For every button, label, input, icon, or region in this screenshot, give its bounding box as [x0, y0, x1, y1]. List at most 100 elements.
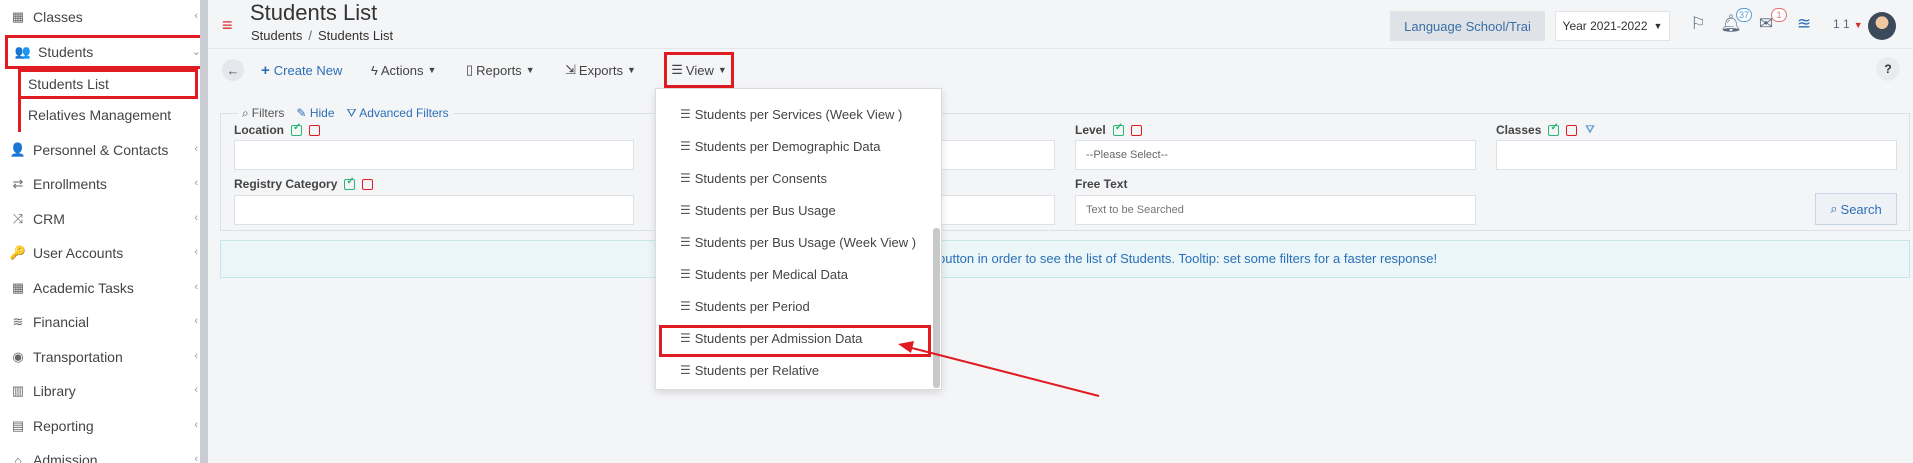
sidebar-item-classes[interactable]: ▦ Classes ‹ [0, 0, 200, 34]
sidebar-item-label: Students [38, 44, 94, 60]
caret-down-icon: ▼ [717, 65, 727, 75]
bus-icon: ◉ [12, 349, 24, 364]
caret-down-icon: ▼ [525, 65, 535, 75]
advanced-label: Advanced Filters [359, 105, 449, 120]
menu-item-relative[interactable]: ☰ Students per Relative [680, 359, 819, 381]
menu-item-bus-usage-week[interactable]: ☰ Students per Bus Usage (Week View ) [680, 231, 916, 253]
search-icon: ⌕ [1830, 201, 1838, 216]
sidebar-item-transportation[interactable]: ◉ Transportation ‹ [0, 340, 200, 374]
classes-input[interactable] [1496, 140, 1897, 170]
actions-button[interactable]: ϟ Actions ▼ [371, 59, 436, 81]
document-icon: ▯ [466, 62, 474, 77]
sidebar-item-personnel[interactable]: 👤 Personnel & Contacts ‹ [0, 133, 200, 167]
menu-item-period[interactable]: ☰ Students per Period [680, 295, 810, 317]
grid-icon: ▦ [11, 280, 25, 295]
message-badge: 1 [1771, 8, 1787, 22]
sidebar-subitem-label: Relatives Management [28, 107, 172, 123]
menu-item-demographic[interactable]: ☰ Students per Demographic Data [680, 135, 880, 157]
menu-item-consents[interactable]: ☰ Students per Consents [680, 167, 827, 189]
sidebar-item-label: Transportation [33, 349, 123, 365]
chevron-icon: ‹ [194, 453, 198, 463]
sidebar-subitem-students-list[interactable]: Students List [18, 69, 198, 99]
flag-icon[interactable]: ⚐ [1687, 12, 1709, 36]
list-icon: ☰ [680, 139, 691, 153]
exports-button[interactable]: ⇲ Exports ▼ [565, 59, 636, 81]
year-selector[interactable]: Year 2021-2022 ▼ [1555, 11, 1670, 41]
sidebar-item-enrollments[interactable]: ⇄ Enrollments ‹ [0, 167, 200, 201]
funnel-icon[interactable]: ⛛ [1585, 124, 1594, 137]
menu-item-bus-usage[interactable]: ☰ Students per Bus Usage [680, 199, 836, 221]
view-button[interactable]: ☰ View ▼ [664, 52, 734, 88]
avatar[interactable] [1868, 12, 1896, 40]
menu-item-label: Students per Consents [694, 170, 828, 186]
filters-header: ⌕ Filters ✎ Hide ⛛ Advanced Filters [238, 104, 453, 122]
menu-item-medical[interactable]: ☰ Students per Medical Data [680, 263, 848, 285]
menu-item-label: Students per Bus Usage [694, 202, 836, 218]
user-menu[interactable]: 1 1 ▼ [1833, 17, 1863, 31]
location-input[interactable] [234, 140, 634, 170]
menu-item-label: Students per Relative [694, 362, 820, 378]
filters-title: Filters [251, 106, 285, 120]
menu-item-label: Students per Demographic Data [694, 138, 881, 154]
help-button[interactable]: ? [1876, 57, 1900, 81]
list-icon: ☰ [680, 171, 691, 185]
hamburger-menu-icon[interactable]: ≡ [222, 16, 236, 34]
search-label: Search [1840, 201, 1882, 217]
back-button[interactable]: ← [222, 59, 244, 81]
clear-checkbox[interactable] [362, 178, 374, 190]
classes-label-text: Classes [1496, 123, 1542, 137]
free-text-input[interactable] [1075, 195, 1476, 225]
sidebar-item-academic-tasks[interactable]: ▦ Academic Tasks ‹ [0, 271, 200, 305]
list-icon: ☰ [680, 235, 691, 249]
envelope-icon[interactable]: ✉ 1 [1755, 8, 1787, 36]
bell-icon[interactable]: 🔔︎ 37 [1720, 8, 1752, 36]
select-all-checkbox[interactable] [291, 122, 302, 136]
breadcrumb: Students / Students List [251, 28, 393, 43]
hide-filters-link[interactable]: ✎ Hide [296, 106, 334, 120]
sidebar-item-financial[interactable]: ≋ Financial ‹ [0, 305, 200, 339]
registry-input[interactable] [234, 195, 634, 225]
level-label-text: Level [1075, 123, 1106, 137]
school-selector[interactable]: Language School/Trai [1390, 11, 1545, 41]
create-new-button[interactable]: + Create New [261, 59, 342, 81]
sidebar-item-label: Reporting [33, 418, 94, 434]
search-button[interactable]: ⌕ Search [1815, 193, 1897, 225]
sidebar-item-crm[interactable]: ⤨ CRM ‹ [0, 202, 200, 236]
funnel-icon: ⛛ [346, 105, 357, 120]
caret-down-icon: ▼ [427, 65, 437, 75]
view-label: View [685, 62, 714, 78]
free-text-filter-label: Free Text [1075, 177, 1127, 191]
select-all-checkbox[interactable] [1112, 122, 1124, 136]
breadcrumb-item: Students List [317, 28, 394, 43]
select-all-checkbox[interactable] [344, 176, 356, 190]
breadcrumb-item[interactable]: Students [251, 28, 302, 43]
sidebar-item-admission[interactable]: ⌂ Admission ‹ [0, 443, 200, 463]
classes-icon: ▦ [11, 9, 25, 24]
list-icon: ☰ [680, 363, 691, 377]
clear-checkbox[interactable] [1566, 124, 1578, 136]
sidebar-subitem-relatives-management[interactable]: Relatives Management [18, 100, 198, 130]
chevron-icon: ‹ [194, 10, 198, 22]
exports-label: Exports [578, 62, 623, 78]
chevron-icon: ‹ [194, 350, 198, 362]
sidebar-item-user-accounts[interactable]: 🔑 User Accounts ‹ [0, 236, 200, 270]
select-all-checkbox[interactable] [1548, 122, 1560, 136]
chevron-icon: ‹ [194, 143, 198, 155]
menu-item-services-week[interactable]: ☰ Students per Services (Week View ) [680, 103, 902, 125]
year-label: Year 2021-2022 [1562, 19, 1648, 33]
dropdown-scrollbar[interactable] [933, 228, 940, 388]
clear-checkbox[interactable] [1130, 124, 1142, 136]
clear-checkbox[interactable] [309, 124, 320, 136]
sidebar-item-label: Admission [33, 452, 98, 463]
sidebar-divider [200, 0, 208, 463]
sidebar-item-reporting[interactable]: ▤ Reporting ‹ [0, 409, 200, 443]
level-select[interactable]: --Please Select-- [1075, 140, 1476, 170]
sidebar-item-students[interactable]: 👥 Students ⌄ [5, 35, 200, 69]
printer-icon: ▤ [11, 418, 25, 433]
reports-button[interactable]: ▯ Reports ▼ [466, 59, 535, 81]
chevron-icon: ‹ [194, 177, 198, 189]
sidebar-item-library[interactable]: ▥ Library ‹ [0, 374, 200, 408]
key-icon: 🔑 [9, 245, 27, 260]
layers-icon[interactable]: ≊ [1793, 12, 1815, 36]
advanced-filters-link[interactable]: ⛛ Advanced Filters [347, 106, 449, 121]
